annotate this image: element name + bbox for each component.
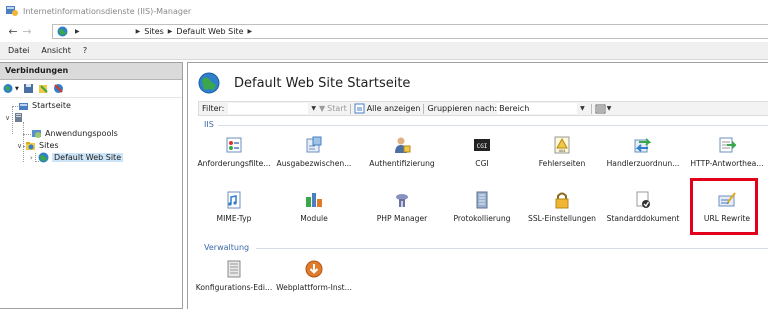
default-document-icon [636, 191, 650, 208]
start-button[interactable]: Start [327, 104, 347, 113]
chevron-right-icon[interactable]: ▶ [248, 28, 253, 35]
separator [349, 103, 351, 114]
connections-header: Verbindungen [0, 63, 182, 80]
handler-arrows-icon [634, 138, 652, 153]
feature-output-caching[interactable]: Ausgabezwischen... [272, 136, 356, 168]
feature-modules[interactable]: Module [272, 191, 356, 223]
save-icon[interactable] [23, 83, 34, 94]
tree-item-startseite[interactable]: Startseite [18, 100, 71, 111]
forward-arrow-icon[interactable]: → [20, 25, 34, 39]
show-all-button[interactable]: Alle anzeigen [367, 104, 421, 113]
warning-page-icon: 404 [554, 136, 570, 154]
feature-cgi[interactable]: CGI CGI [440, 136, 524, 168]
globe-icon [57, 26, 68, 37]
php-manager-icon [396, 194, 408, 207]
padlock-icon [555, 192, 569, 209]
home-icon [19, 103, 28, 110]
chevron-right-icon[interactable]: ▶ [168, 28, 173, 35]
feature-mime-types[interactable]: MIME-Typ [192, 191, 276, 223]
window-title: Internetinformationsdienste (IIS)-Manage… [23, 6, 192, 16]
tree-item-sites[interactable]: ∨ Sites [17, 140, 59, 151]
page-title: Default Web Site Startseite [234, 75, 411, 91]
address-bar: ← → ▶ ▶ Sites ▶ Default Web Site ▶ [0, 22, 768, 42]
connect-globe-icon[interactable] [3, 83, 14, 94]
menu-bar: Datei Ansicht ? [0, 42, 768, 60]
filter-input[interactable] [228, 103, 309, 114]
response-headers-icon [719, 137, 736, 153]
separator [590, 103, 592, 114]
user-lock-icon [395, 137, 411, 153]
group-label-iis: IIS [204, 120, 214, 129]
menu-datei[interactable]: Datei [8, 46, 29, 55]
features-pane: Default Web Site Startseite Filter: ▼ ▼ … [187, 62, 768, 309]
address-box[interactable]: ▶ ▶ Sites ▶ Default Web Site ▶ [52, 24, 768, 39]
view-mode-icon[interactable] [595, 104, 606, 114]
feature-http-response-headers[interactable]: HTTP-Antwortheа... [685, 136, 768, 168]
svg-text:CGI: CGI [477, 143, 488, 150]
globe-icon [198, 72, 220, 94]
tree-item-default-web-site[interactable]: › Default Web Site [30, 152, 124, 163]
dropdown-arrow-icon[interactable]: ▼ [607, 105, 612, 112]
group-divider [256, 248, 768, 249]
feature-ssl-settings[interactable]: SSL-Einstellungen [520, 191, 604, 223]
breadcrumb-default-site[interactable]: Default Web Site [176, 27, 243, 36]
iis-manager-window: Internetinformationsdienste (IIS)-Manage… [0, 0, 768, 309]
tree-item-server[interactable]: ∨ [5, 112, 27, 123]
request-filter-icon [226, 137, 242, 153]
feature-php-manager[interactable]: PHP Manager [360, 191, 444, 223]
menu-help[interactable]: ? [83, 46, 87, 55]
iis-app-icon [6, 6, 18, 16]
mime-type-icon [227, 191, 241, 209]
funnel-icon[interactable]: ▼ [319, 104, 325, 113]
chevron-right-icon[interactable]: ▶ [75, 28, 80, 35]
group-divider [218, 125, 768, 126]
dropdown-arrow-icon[interactable]: ▼ [580, 105, 585, 112]
logging-icon [476, 191, 488, 209]
dropdown-arrow-icon[interactable]: ▼ [311, 105, 316, 112]
back-arrow-icon[interactable]: ← [6, 25, 20, 39]
disconnect-icon[interactable] [53, 83, 64, 94]
cgi-icon: CGI [474, 139, 490, 151]
collapse-icon[interactable]: ∨ [5, 114, 13, 122]
filter-label: Filter: [202, 104, 225, 113]
url-rewrite-highlight [690, 178, 758, 235]
dropdown-arrow-icon[interactable]: ▼ [15, 86, 19, 92]
breadcrumb-sites[interactable]: Sites [144, 27, 164, 36]
group-label-verwaltung: Verwaltung [204, 243, 250, 252]
feature-error-pages[interactable]: 404 Fehlerseiten [520, 136, 604, 168]
show-all-icon [354, 103, 365, 114]
connections-pane: Verbindungen ▼ Startseite ∨ Anwendungspo… [0, 62, 183, 309]
svg-text:404: 404 [559, 149, 566, 153]
connections-toolbar: ▼ [0, 80, 182, 98]
app-pools-icon [32, 130, 41, 138]
feature-web-platform-installer[interactable]: Webplattform-Inst... [272, 260, 356, 292]
feature-authentication[interactable]: Authentifizierung [360, 136, 444, 168]
separator [423, 103, 425, 114]
sites-folder-icon [26, 142, 35, 150]
add-connection-icon[interactable] [38, 83, 49, 94]
chevron-right-icon[interactable]: ▶ [136, 28, 141, 35]
collapse-icon[interactable]: ∨ [17, 142, 25, 150]
tree-item-app-pools[interactable]: Anwendungspools [31, 128, 118, 139]
connections-tree: Startseite ∨ Anwendungspools ∨ Sites › D… [0, 98, 182, 298]
feature-configuration-editor[interactable]: Konfigurations-Edi... [192, 260, 276, 292]
feature-default-document[interactable]: Standarddokument [601, 191, 685, 223]
download-icon [305, 260, 323, 278]
group-by-label: Gruppieren nach: [427, 104, 498, 113]
page-title-row: Default Web Site Startseite [198, 72, 410, 94]
filter-bar: Filter: ▼ ▼ Start Alle anzeigen Gruppier… [198, 101, 768, 116]
group-by-select[interactable]: Bereich [497, 103, 578, 114]
title-bar: Internetinformationsdienste (IIS)-Manage… [0, 0, 768, 22]
modules-icon [306, 193, 322, 207]
configuration-editor-icon [227, 260, 241, 278]
feature-logging[interactable]: Protokollierung [440, 191, 524, 223]
feature-handler-mappings[interactable]: Handlerzuordnun... [601, 136, 685, 168]
group-by-value: Bereich [499, 104, 530, 113]
feature-request-filtering[interactable]: Anforderungsfilte... [192, 136, 276, 168]
server-icon [15, 113, 22, 122]
menu-ansicht[interactable]: Ansicht [41, 46, 71, 55]
globe-icon [38, 152, 49, 163]
expand-icon[interactable]: › [30, 154, 38, 162]
output-cache-icon [306, 136, 322, 153]
